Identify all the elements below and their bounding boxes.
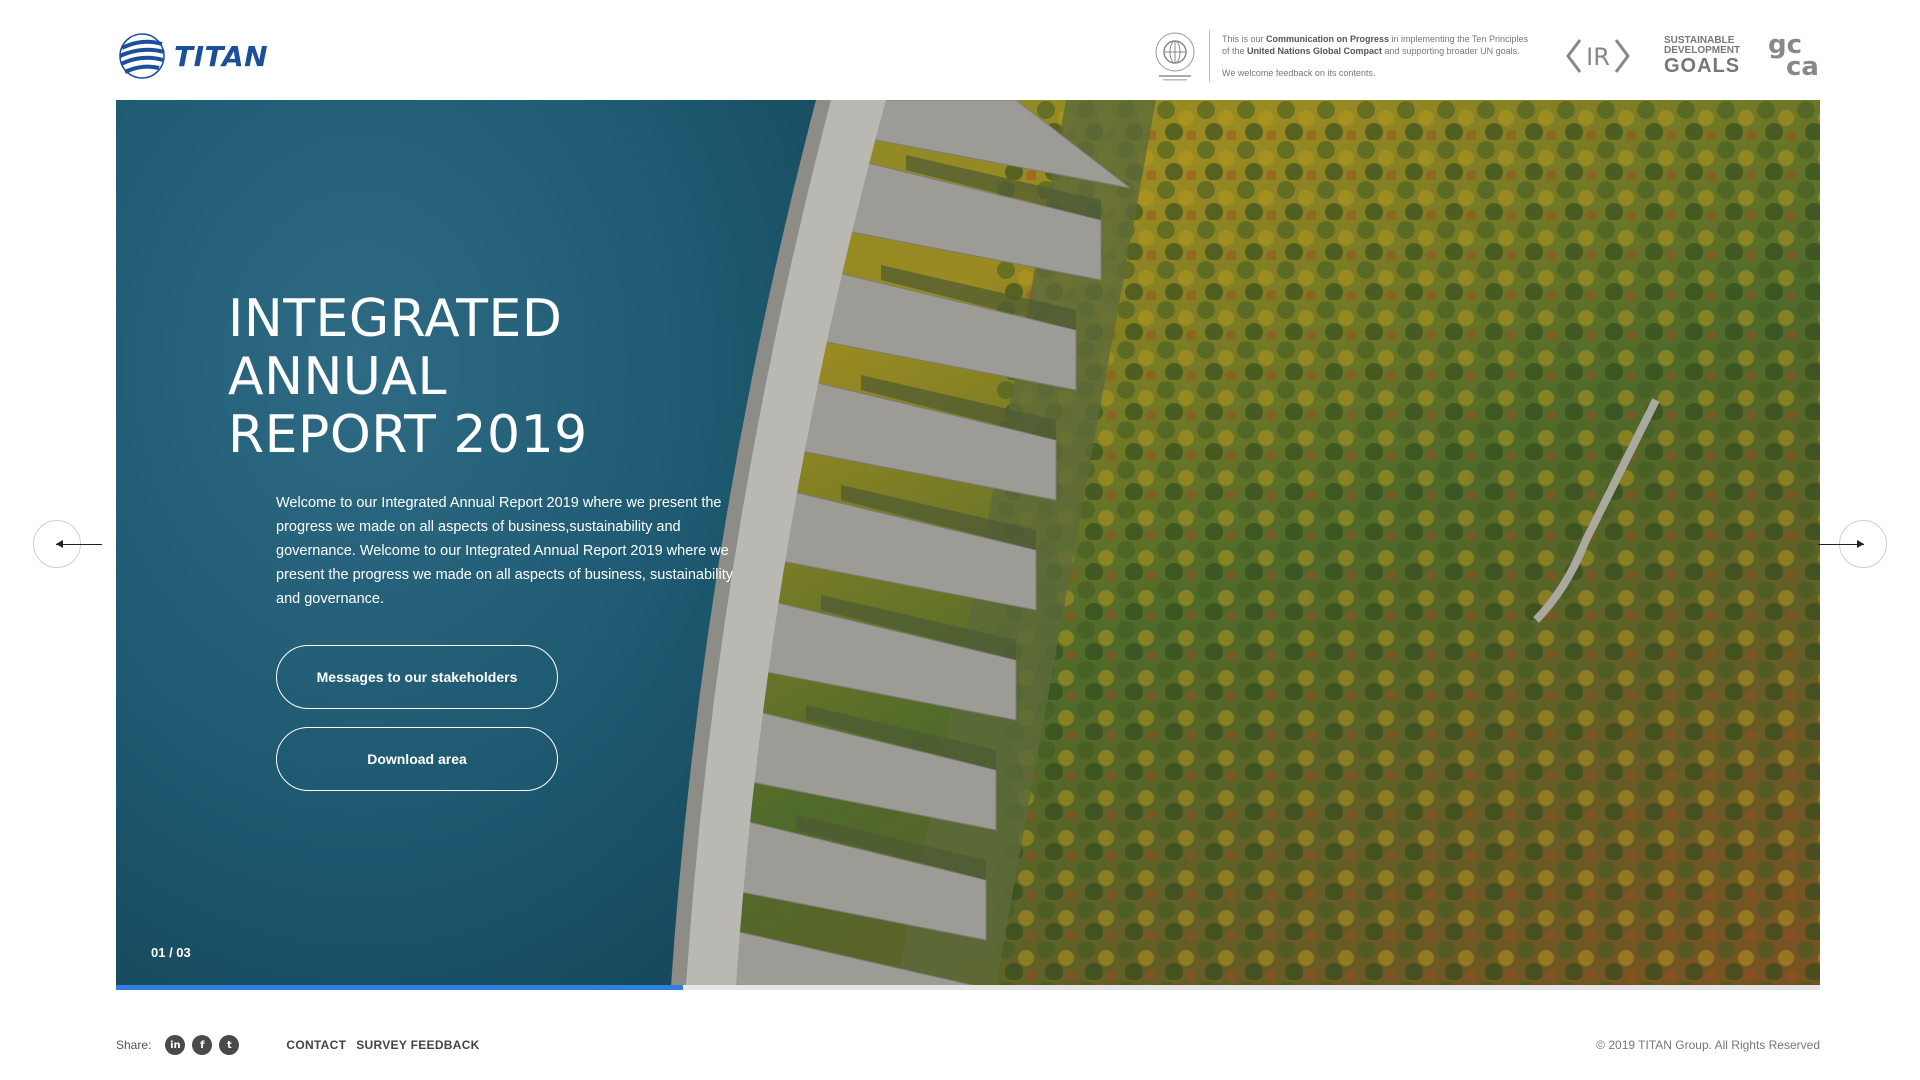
logo-wordmark: TITAN — [174, 39, 269, 73]
arrow-right-icon — [1857, 540, 1864, 548]
arrow-left-icon — [56, 540, 63, 548]
ungc-line2-post: and supporting broader UN goals. — [1382, 46, 1520, 56]
ungc-statement: This is our Communication on Progress in… — [1222, 33, 1532, 79]
un-global-compact-seal-icon — [1155, 32, 1195, 81]
hero-title-line-1: INTEGRATED — [228, 289, 563, 349]
hero-slider: INTEGRATED ANNUAL REPORT 2019 Welcome to… — [116, 100, 1820, 986]
share-label: Share: — [116, 1038, 152, 1052]
slide-progress-track — [116, 985, 1820, 990]
facebook-icon[interactable]: f — [192, 1035, 213, 1055]
hero-title-line-3: REPORT 2019 — [228, 405, 588, 465]
integrated-reporting-logo-icon[interactable]: IR — [1566, 34, 1630, 78]
sdg-logo[interactable]: SUSTAINABLE DEVELOPMENT GOALS — [1664, 36, 1741, 77]
ungc-line1-bold: Communication on Progress — [1266, 34, 1390, 44]
ungc-line2-pre: of the — [1222, 46, 1248, 56]
previous-slide-button[interactable] — [33, 520, 102, 568]
ungc-line1-post: in implementing the Ten Principles — [1389, 34, 1528, 44]
contact-link[interactable]: CONTACT — [286, 1038, 346, 1052]
survey-feedback-link[interactable]: SURVEY FEEDBACK — [356, 1038, 479, 1052]
next-slide-button[interactable] — [1818, 520, 1887, 568]
twitter-icon[interactable]: t — [219, 1035, 240, 1055]
ungc-feedback: We welcome feedback on its contents. — [1222, 68, 1376, 78]
hero-title: INTEGRATED ANNUAL REPORT 2019 — [228, 290, 748, 464]
titan-logo[interactable]: TITAN — [116, 30, 268, 82]
slide-counter: 01 / 03 — [151, 945, 191, 960]
ungc-line2-bold: United Nations Global Compact — [1247, 46, 1383, 56]
ungc-line1-pre: This is our — [1222, 34, 1267, 44]
ungc-divider — [1209, 30, 1210, 82]
copyright-text: © 2019 TITAN Group. All Rights Reserved — [1596, 1038, 1820, 1052]
linkedin-icon[interactable]: in — [165, 1035, 186, 1055]
slide-progress-fill — [116, 985, 684, 990]
hero-title-line-2: ANNUAL — [228, 347, 447, 407]
titan-globe-icon — [119, 33, 165, 79]
site-header: TITAN This is our Communication on Progr… — [0, 0, 1920, 100]
site-footer: Share: in f t CONTACT SURVEY FEEDBACK © … — [116, 1030, 1820, 1060]
download-area-button[interactable]: Download area — [276, 727, 558, 791]
gcca-logo[interactable]: gc ca — [1768, 32, 1820, 80]
sdg-line3: GOALS — [1664, 55, 1741, 77]
partner-logos: This is our Communication on Progress in… — [1153, 28, 1820, 84]
messages-to-stakeholders-button[interactable]: Messages to our stakeholders — [276, 645, 558, 709]
ir-label: IR — [1586, 43, 1610, 71]
hero-description: Welcome to our Integrated Annual Report … — [276, 495, 733, 607]
